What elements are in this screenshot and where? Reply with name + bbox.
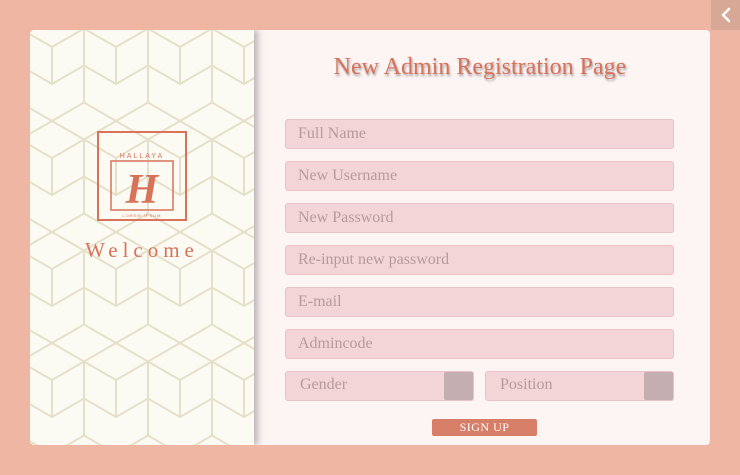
chevron-left-icon — [721, 7, 730, 23]
email-input[interactable] — [285, 287, 674, 317]
position-select-label: Position — [500, 376, 553, 393]
welcome-text: Welcome — [85, 238, 199, 262]
admincode-input[interactable] — [285, 329, 674, 359]
page-title: New Admin Registration Page — [333, 54, 627, 80]
svg-text:LOREM IPSUM: LOREM IPSUM — [122, 213, 161, 218]
full-name-input[interactable] — [285, 119, 674, 149]
registration-card: HALLAYA H LOREM IPSUM Welcome New Admin … — [30, 30, 710, 445]
welcome-panel: HALLAYA H LOREM IPSUM Welcome — [30, 30, 254, 445]
back-button[interactable] — [711, 0, 740, 30]
position-select[interactable]: Position — [485, 371, 674, 401]
confirm-password-input[interactable] — [285, 245, 674, 275]
dropdown-arrow-icon[interactable] — [444, 372, 473, 400]
gender-select-label: Gender — [300, 376, 348, 393]
svg-text:HALLAYA: HALLAYA — [120, 153, 164, 160]
password-input[interactable] — [285, 203, 674, 233]
hallaya-logo: HALLAYA H LOREM IPSUM — [97, 131, 187, 221]
username-input[interactable] — [285, 161, 674, 191]
dropdown-arrow-icon[interactable] — [644, 372, 673, 400]
gender-select[interactable]: Gender — [285, 371, 474, 401]
svg-text:H: H — [125, 167, 160, 213]
sign-up-button[interactable]: SIGN UP — [432, 419, 537, 436]
